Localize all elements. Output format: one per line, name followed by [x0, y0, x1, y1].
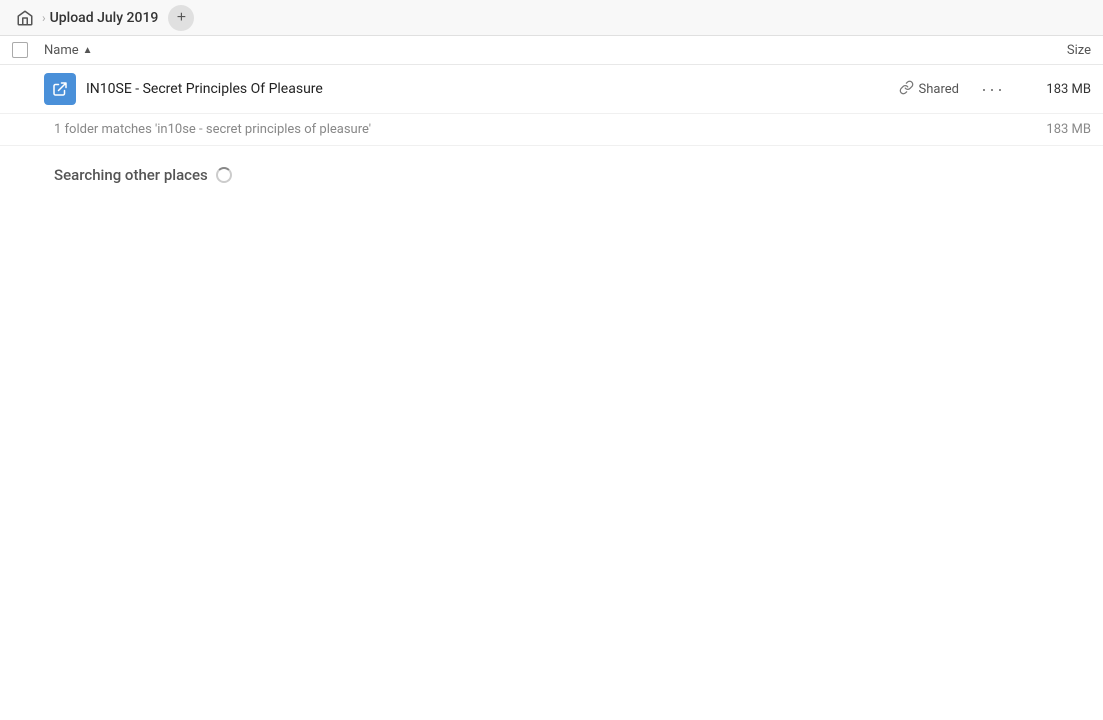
folder-link-icon — [44, 73, 76, 105]
shared-label: Shared — [919, 82, 959, 97]
search-results-text: 1 folder matches 'in10se - secret princi… — [54, 122, 371, 137]
sort-arrow-icon: ▲ — [83, 45, 93, 56]
add-button[interactable]: + — [168, 5, 194, 31]
name-column-header[interactable]: Name ▲ — [44, 43, 1011, 58]
file-name: IN10SE - Secret Principles Of Pleasure — [86, 81, 899, 97]
file-size: 183 MB — [1011, 82, 1091, 97]
file-actions: Shared ··· — [899, 77, 1011, 102]
name-column-label: Name — [44, 43, 79, 58]
select-all-checkbox-col[interactable] — [12, 42, 44, 58]
breadcrumb-text: Upload July 2019 — [50, 10, 159, 26]
more-options-button[interactable]: ··· — [975, 77, 1011, 102]
search-results-info: 1 folder matches 'in10se - secret princi… — [0, 114, 1103, 146]
searching-label: Searching other places — [54, 166, 208, 184]
size-column-header[interactable]: Size — [1011, 43, 1091, 58]
column-headers: Name ▲ Size — [0, 36, 1103, 65]
shared-badge: Shared — [899, 80, 959, 99]
loading-spinner — [216, 167, 232, 183]
select-all-checkbox[interactable] — [12, 42, 28, 58]
table-row[interactable]: IN10SE - Secret Principles Of Pleasure S… — [0, 65, 1103, 114]
link-icon — [899, 80, 914, 99]
home-button[interactable] — [12, 5, 38, 31]
breadcrumb-bar: › Upload July 2019 + — [0, 0, 1103, 36]
breadcrumb-separator: › — [42, 11, 46, 25]
searching-other-places: Searching other places — [0, 146, 1103, 196]
search-results-size: 183 MB — [1046, 122, 1091, 137]
